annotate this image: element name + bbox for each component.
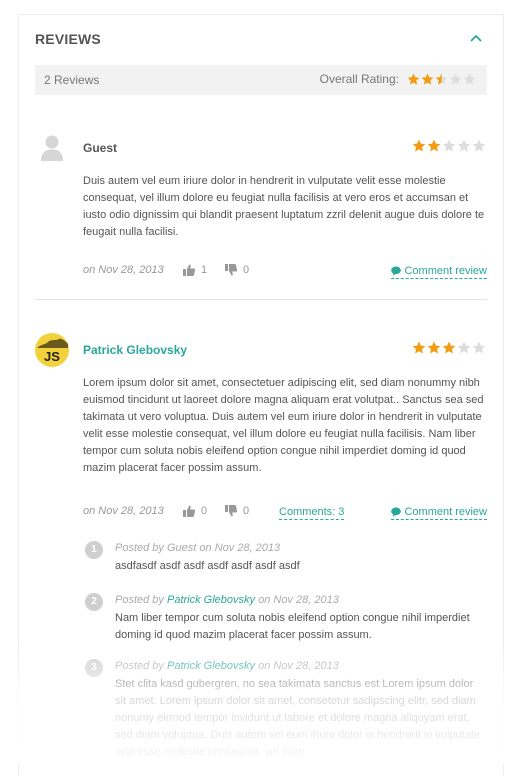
dislike-button[interactable]: 0 <box>225 505 249 517</box>
overall-rating-label: Overall Rating: <box>319 72 399 86</box>
comment-author: Guest <box>166 542 197 554</box>
like-button[interactable]: 1 <box>183 264 207 276</box>
user-silhouette-icon <box>35 131 69 165</box>
comment-item: 3 Posted by Patrick Glebovsky on Nov 28,… <box>85 659 487 779</box>
review-text: Duis autem vel eum iriure dolor in hendr… <box>83 175 485 238</box>
review-item: JS Patrick Glebovsky Lorem ipsum dolor s… <box>35 333 487 525</box>
star-icon <box>442 139 456 152</box>
star-icon <box>457 139 471 152</box>
star-icon <box>421 73 434 85</box>
star-icon <box>472 341 486 354</box>
star-icon <box>412 139 426 152</box>
reviews-divider <box>35 299 487 300</box>
review-item: Guest Duis autem vel eum iriure dolor in… <box>35 131 487 291</box>
star-icon <box>435 73 448 85</box>
review-author[interactable]: Patrick Glebovsky <box>83 343 187 357</box>
like-count: 0 <box>201 505 208 517</box>
reviews-count: 2 Reviews <box>44 73 100 87</box>
chevron-up-icon[interactable] <box>467 30 485 48</box>
comment-review-link[interactable]: Comment review <box>391 505 487 520</box>
like-button[interactable]: 0 <box>183 505 207 517</box>
comment-date: on Nov 28, 2013 <box>258 660 339 672</box>
comments-toggle-link[interactable]: Comments: 3 <box>279 505 345 520</box>
comment-text: Nam liber tempor cum soluta nobis eleife… <box>115 612 470 641</box>
reviews-header: REVIEWS <box>35 31 487 49</box>
review-meta: on Nov 28, 2013 1 0 Comment review <box>83 264 487 280</box>
comment-date: on Nov 28, 2013 <box>199 542 281 554</box>
comment-header: Posted by Patrick Glebovsky on Nov 28, 2… <box>115 660 339 672</box>
comment-header: Posted by Guest on Nov 28, 2013 <box>115 542 280 554</box>
comment-review-label: Comment review <box>404 506 487 518</box>
comment-date: on Nov 28, 2013 <box>258 594 339 606</box>
star-icon <box>472 139 486 152</box>
review-rating-stars <box>412 139 487 153</box>
thumbs-down-icon <box>225 264 237 276</box>
avatar: JS <box>35 333 69 367</box>
dislike-count: 0 <box>243 264 250 276</box>
comment-number: 3 <box>85 659 103 677</box>
speech-bubble-icon <box>391 507 402 517</box>
comment-number: 1 <box>85 541 103 559</box>
star-icon <box>463 73 476 85</box>
comment-item: 1 Posted by Guest on Nov 28, 2013 asdfas… <box>85 541 487 581</box>
comment-review-link[interactable]: Comment review <box>391 264 487 279</box>
dislike-button[interactable]: 0 <box>225 264 249 276</box>
comment-number: 2 <box>85 593 103 611</box>
rating-summary-bar: 2 Reviews Overall Rating: <box>35 65 487 95</box>
svg-text:JS: JS <box>44 349 60 364</box>
star-icon <box>442 341 456 354</box>
review-rating-stars <box>412 341 487 355</box>
comment-author-link[interactable]: Patrick Glebovsky <box>167 594 255 606</box>
thumbs-up-icon <box>183 505 195 517</box>
comment-text: asdfasdf asdf asdf asdf asdf asdf asdf <box>115 560 300 572</box>
review-author: Guest <box>83 141 118 155</box>
speech-bubble-icon <box>391 266 402 276</box>
review-date: on Nov 28, 2013 <box>83 264 164 276</box>
star-icon <box>427 341 441 354</box>
review-meta: on Nov 28, 2013 0 0 Comments: 3 Comment … <box>83 505 487 521</box>
comment-review-label: Comment review <box>404 265 487 277</box>
star-icon <box>449 73 462 85</box>
star-icon <box>427 139 441 152</box>
overall-rating-stars <box>407 73 477 86</box>
comment-posted-by: Posted by <box>115 594 164 606</box>
thumbs-up-icon <box>183 264 195 276</box>
star-icon <box>457 341 471 354</box>
comment-posted-by: Posted by <box>115 660 164 672</box>
star-icon <box>412 341 426 354</box>
review-text: Lorem ipsum dolor sit amet, consectetuer… <box>83 377 484 474</box>
comment-item: 2 Posted by Patrick Glebovsky on Nov 28,… <box>85 593 487 651</box>
comment-posted-by: Posted by <box>115 542 164 554</box>
comment-text: Stet clita kasd gubergren, no sea takima… <box>115 678 481 758</box>
review-date: on Nov 28, 2013 <box>83 505 164 517</box>
star-icon <box>407 73 420 85</box>
reviews-panel: REVIEWS 2 Reviews Overall Rating: Guest … <box>18 14 504 775</box>
comment-header: Posted by Patrick Glebovsky on Nov 28, 2… <box>115 594 339 606</box>
comment-author-link[interactable]: Patrick Glebovsky <box>167 660 255 672</box>
like-count: 1 <box>201 264 208 276</box>
overall-rating: Overall Rating: <box>320 72 477 86</box>
section-title: REVIEWS <box>35 31 101 47</box>
dislike-count: 0 <box>243 505 250 517</box>
thumbs-down-icon <box>225 505 237 517</box>
